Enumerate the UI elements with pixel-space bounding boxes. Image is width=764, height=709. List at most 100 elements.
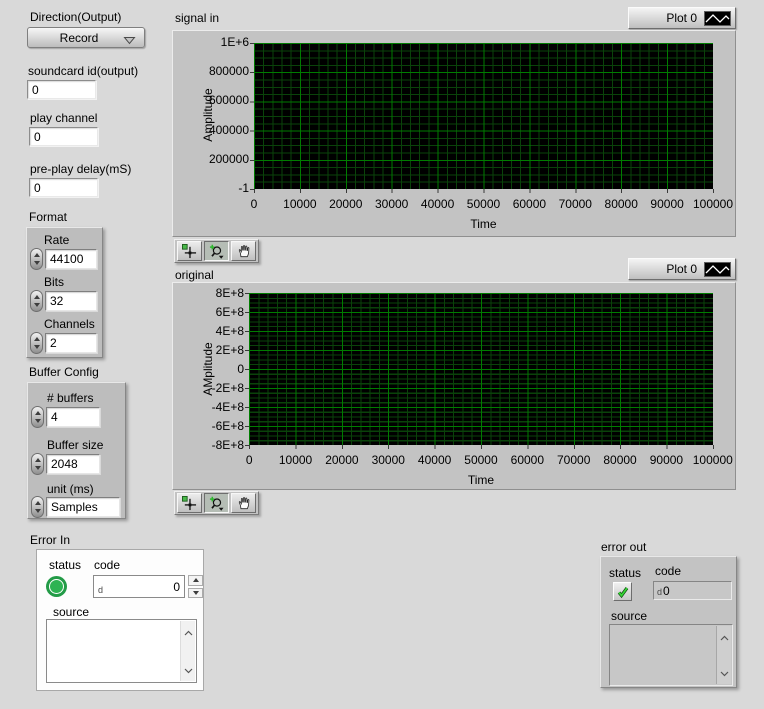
tick-label: 30000 — [365, 453, 411, 467]
error-out-source-label: source — [611, 609, 647, 623]
tick-label: 20000 — [319, 453, 365, 467]
scrollbar[interactable] — [180, 621, 195, 681]
play-channel-label: play channel — [30, 111, 97, 125]
tick-label: 8E+8 — [216, 287, 244, 300]
graph2-palette — [174, 491, 259, 515]
play-channel-input[interactable]: 0 — [29, 127, 98, 146]
bits-spinner[interactable] — [30, 290, 43, 312]
tick-label: 20000 — [323, 197, 369, 211]
preplay-delay-value: 0 — [34, 181, 41, 195]
increment-icon — [34, 337, 40, 341]
scroll-up-icon[interactable] — [184, 625, 193, 639]
radix-indicator: d — [98, 585, 103, 597]
num-buffers-input[interactable]: 4 — [46, 407, 100, 427]
increment-icon — [35, 501, 41, 505]
tick-label: 100000 — [690, 197, 736, 211]
graph1-x-axis-label: Time — [254, 217, 713, 231]
scrollbar[interactable] — [716, 626, 731, 684]
rate-input[interactable]: 44100 — [45, 249, 97, 269]
buffer-size-spinner[interactable] — [31, 453, 44, 475]
crosshair-icon — [182, 496, 197, 511]
hand-icon — [237, 244, 251, 258]
decrement-icon — [35, 509, 41, 513]
format-cluster: Rate 44100 Bits 32 Channels 2 — [26, 227, 103, 358]
cursor-tool-button[interactable] — [177, 493, 202, 513]
tick-label: 80000 — [598, 197, 644, 211]
graph2-title: original — [175, 268, 214, 282]
error-out-label: error out — [601, 540, 646, 554]
rate-spinner[interactable] — [30, 248, 43, 270]
labview-front-panel: { "controls": { "direction_label": "Dire… — [0, 0, 764, 709]
tick-label: -6E+8 — [212, 420, 244, 433]
soundcard-id-input[interactable]: 0 — [27, 80, 96, 99]
tick-label: 30000 — [369, 197, 415, 211]
tick-label: 0 — [226, 453, 272, 467]
preplay-delay-input[interactable]: 0 — [29, 178, 98, 197]
tick-label: 1E+6 — [221, 36, 249, 49]
channels-spinner[interactable] — [30, 332, 43, 354]
error-in-code-spinbuttons — [188, 575, 203, 598]
pan-tool-button[interactable] — [231, 493, 256, 513]
tick-label: 90000 — [643, 453, 689, 467]
tick-label: 60000 — [506, 197, 552, 211]
decrement-icon — [34, 261, 40, 265]
error-in-source-box[interactable] — [46, 619, 197, 683]
decrement-button[interactable] — [188, 588, 203, 599]
scroll-down-icon[interactable] — [720, 666, 729, 680]
direction-dropdown[interactable]: Record — [27, 27, 145, 48]
tick-label: -4E+8 — [212, 401, 244, 414]
scroll-down-icon[interactable] — [184, 663, 193, 677]
error-in-status-led[interactable] — [49, 579, 64, 594]
tick-label: 90000 — [644, 197, 690, 211]
num-buffers-value: 4 — [51, 410, 58, 424]
graph1-title: signal in — [175, 11, 219, 25]
graph1-panel: 1E+6800000600000400000200000-1 Amplitude… — [172, 30, 736, 237]
zoom-tool-button[interactable] — [204, 241, 229, 261]
tick-label: 40000 — [415, 197, 461, 211]
error-out-status-indicator[interactable] — [613, 582, 632, 601]
tick-label: 2E+8 — [216, 344, 244, 357]
tick-label: 50000 — [461, 197, 507, 211]
graph2-plot-area[interactable] — [249, 293, 713, 445]
magnifier-icon — [209, 244, 224, 259]
error-in-status-label: status — [49, 558, 81, 572]
tick-label: 40000 — [411, 453, 457, 467]
channels-label: Channels — [44, 317, 95, 331]
graph2-legend-label: Plot 0 — [666, 262, 697, 276]
graph2-plot-legend[interactable]: Plot 0 — [628, 258, 736, 280]
error-out-code-field: d 0 — [653, 581, 732, 600]
tick-label: -2E+8 — [212, 382, 244, 395]
tick-label: 6E+8 — [216, 306, 244, 319]
direction-label: Direction(Output) — [30, 10, 121, 24]
play-channel-value: 0 — [34, 130, 41, 144]
unit-ring-input[interactable]: Samples — [46, 497, 120, 517]
hand-icon — [237, 496, 251, 510]
scroll-up-icon[interactable] — [720, 630, 729, 644]
graph1-y-ticks: 1E+6800000600000400000200000-1 — [181, 36, 249, 195]
buffer-config-label: Buffer Config — [29, 365, 99, 379]
error-out-cluster: status code d 0 source — [600, 556, 737, 688]
tick-label: 70000 — [551, 453, 597, 467]
channels-value: 2 — [50, 336, 57, 350]
buffer-size-input[interactable]: 2048 — [46, 454, 100, 474]
increment-icon — [35, 411, 41, 415]
channels-input[interactable]: 2 — [45, 333, 97, 353]
graph2-x-axis-label: Time — [249, 473, 713, 487]
graph1-palette — [174, 239, 259, 263]
tick-label: 50000 — [458, 453, 504, 467]
magnifier-icon — [209, 496, 224, 511]
error-in-code-input[interactable]: d 0 — [93, 575, 185, 598]
zoom-tool-button[interactable] — [204, 493, 229, 513]
pan-tool-button[interactable] — [231, 241, 256, 261]
num-buffers-spinner[interactable] — [31, 406, 44, 428]
rate-value: 44100 — [50, 252, 83, 266]
cursor-tool-button[interactable] — [177, 241, 202, 261]
unit-spinner[interactable] — [31, 496, 44, 518]
bits-input[interactable]: 32 — [45, 291, 97, 311]
graph1-plot-legend[interactable]: Plot 0 — [628, 7, 736, 29]
graph1-plot-area[interactable] — [254, 43, 713, 189]
decrement-icon — [34, 303, 40, 307]
increment-button[interactable] — [188, 575, 203, 586]
error-out-status-label: status — [609, 566, 641, 580]
tick-label: 0 — [237, 363, 244, 376]
